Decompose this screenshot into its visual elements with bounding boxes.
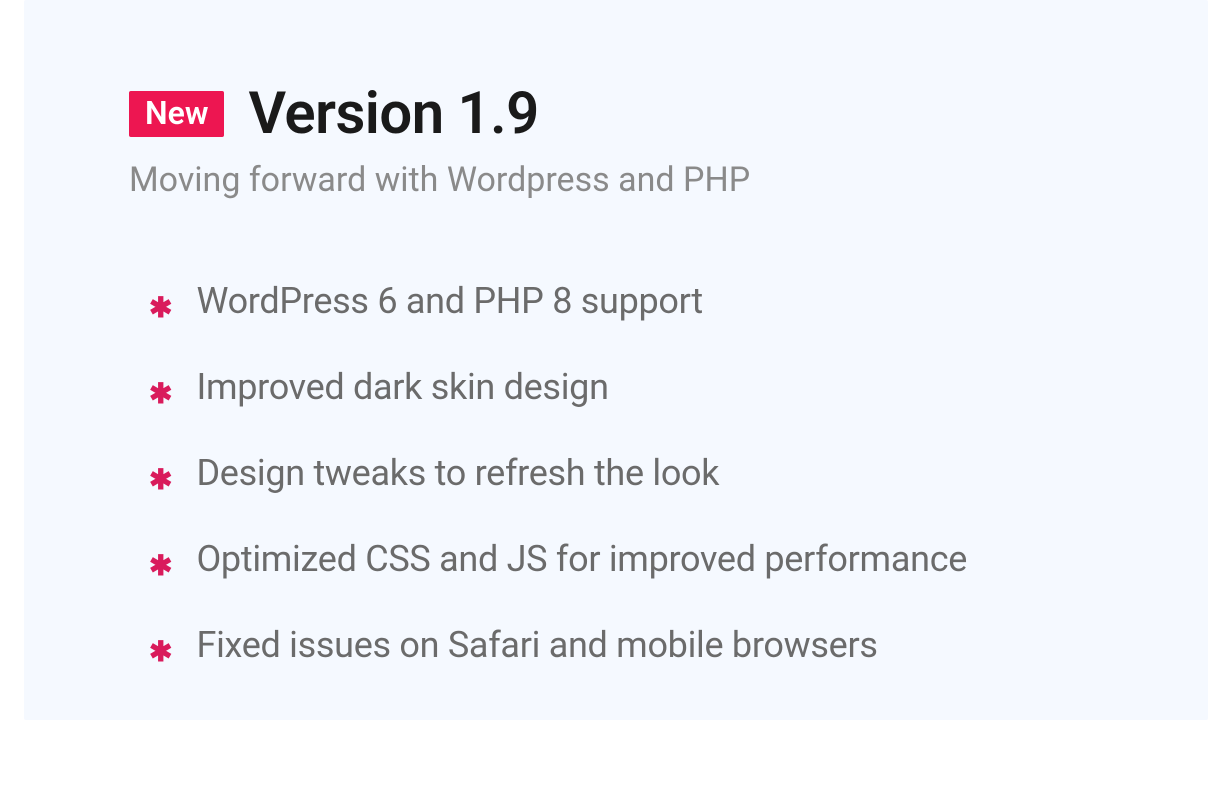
list-item: ✱ Optimized CSS and JS for improved perf… bbox=[149, 538, 1108, 580]
feature-text: Design tweaks to refresh the look bbox=[196, 452, 719, 494]
list-item: ✱ Improved dark skin design bbox=[149, 366, 1108, 408]
asterisk-icon: ✱ bbox=[149, 552, 172, 580]
header-row: New Version 1.9 bbox=[129, 80, 1108, 148]
asterisk-icon: ✱ bbox=[149, 638, 172, 666]
release-card: New Version 1.9 Moving forward with Word… bbox=[24, 0, 1208, 720]
list-item: ✱ WordPress 6 and PHP 8 support bbox=[149, 280, 1108, 322]
version-title: Version 1.9 bbox=[248, 80, 538, 148]
feature-text: Optimized CSS and JS for improved perfor… bbox=[196, 538, 967, 580]
asterisk-icon: ✱ bbox=[149, 466, 172, 494]
subtitle: Moving forward with Wordpress and PHP bbox=[129, 160, 1108, 200]
asterisk-icon: ✱ bbox=[149, 380, 172, 408]
feature-text: Improved dark skin design bbox=[196, 366, 608, 408]
new-badge: New bbox=[129, 91, 224, 137]
asterisk-icon: ✱ bbox=[149, 294, 172, 322]
list-item: ✱ Fixed issues on Safari and mobile brow… bbox=[149, 624, 1108, 666]
feature-list: ✱ WordPress 6 and PHP 8 support ✱ Improv… bbox=[129, 280, 1108, 666]
feature-text: WordPress 6 and PHP 8 support bbox=[196, 280, 702, 322]
list-item: ✱ Design tweaks to refresh the look bbox=[149, 452, 1108, 494]
feature-text: Fixed issues on Safari and mobile browse… bbox=[196, 624, 877, 666]
